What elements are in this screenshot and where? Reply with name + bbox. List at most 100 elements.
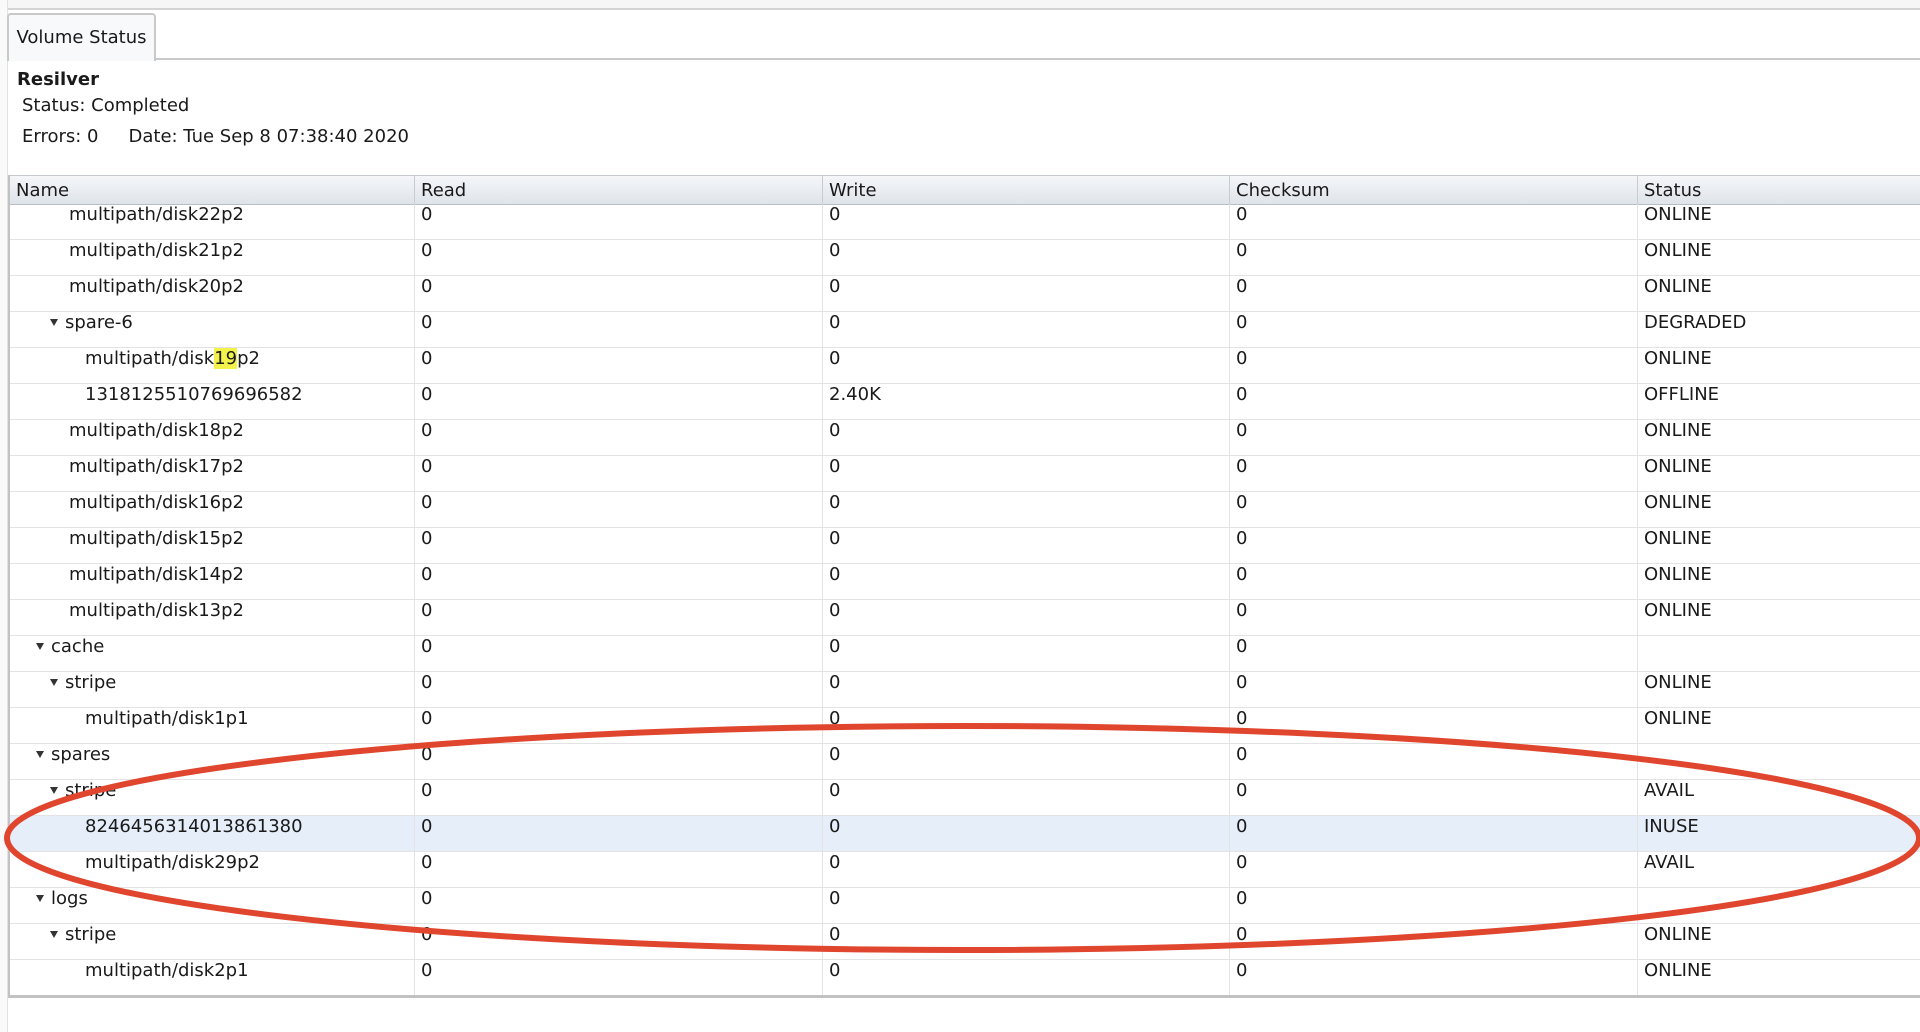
table-row[interactable]: multipath/disk16p2 0 0 0 ONLINE (10, 492, 1920, 528)
cell-name: multipath/disk2p1 (10, 960, 415, 995)
table-row[interactable]: multipath/disk15p2 0 0 0 ONLINE (10, 528, 1920, 564)
grid-header: Name Read Write Checksum Status (10, 175, 1920, 205)
table-row[interactable]: spares 0 0 0 (10, 744, 1920, 780)
expand-triangle-icon[interactable] (50, 679, 58, 686)
table-row[interactable]: multipath/disk17p2 0 0 0 ONLINE (10, 456, 1920, 492)
name-text: multipath/disk17p2 (69, 456, 244, 477)
table-row[interactable]: multipath/disk21p2 0 0 0 ONLINE (10, 240, 1920, 276)
column-header-read[interactable]: Read (415, 176, 823, 204)
expand-triangle-icon[interactable] (36, 895, 44, 902)
table-row[interactable]: multipath/disk20p2 0 0 0 ONLINE (10, 276, 1920, 312)
cell-status: ONLINE (1644, 960, 1712, 981)
table-row[interactable]: multipath/disk2p1 0 0 0 ONLINE (10, 960, 1920, 995)
cell-read: 0 (415, 276, 823, 311)
cell-status: ONLINE (1644, 492, 1712, 513)
cell-write: 0 (823, 348, 1230, 383)
cell-name: spare-6 (10, 312, 415, 347)
cell-name: multipath/disk1p1 (10, 708, 415, 743)
table-row[interactable]: spare-6 0 0 0 DEGRADED (10, 312, 1920, 348)
cell-checksum: 0 (1230, 672, 1638, 707)
cell-read: 0 (415, 528, 823, 563)
cell-read: 0 (415, 780, 823, 815)
table-row[interactable]: multipath/disk14p2 0 0 0 ONLINE (10, 564, 1920, 600)
cell-status: ONLINE (1644, 420, 1712, 441)
cell-read: 0 (415, 888, 823, 923)
cell-checksum: 0 (1230, 780, 1638, 815)
cell-write: 0 (823, 708, 1230, 743)
cell-read: 0 (415, 384, 823, 419)
cell-checksum: 0 (1230, 636, 1638, 671)
cell-status: DEGRADED (1644, 312, 1747, 333)
name-text: multipath/disk13p2 (69, 600, 244, 621)
tab-bar: Volume Status (7, 10, 1920, 61)
cell-write: 2.40K (823, 384, 1230, 419)
resilver-errors: Errors: 0 (22, 126, 99, 147)
table-row[interactable]: 8246456314013861380 0 0 0 INUSE (10, 816, 1920, 852)
cell-write: 0 (823, 672, 1230, 707)
column-header-checksum[interactable]: Checksum (1230, 176, 1638, 204)
table-row[interactable]: multipath/disk29p2 0 0 0 AVAIL (10, 852, 1920, 888)
cell-checksum: 0 (1230, 564, 1638, 599)
table-row[interactable]: multipath/disk13p2 0 0 0 ONLINE (10, 600, 1920, 636)
expand-triangle-icon[interactable] (36, 643, 44, 650)
table-row[interactable]: stripe 0 0 0 ONLINE (10, 672, 1920, 708)
name-text: spares (51, 744, 111, 765)
expand-triangle-icon[interactable] (50, 319, 58, 326)
cell-read: 0 (415, 924, 823, 959)
table-row[interactable]: cache 0 0 0 (10, 636, 1920, 672)
cell-checksum: 0 (1230, 240, 1638, 275)
cell-read: 0 (415, 456, 823, 491)
cell-checksum: 0 (1230, 276, 1638, 311)
table-row[interactable]: multipath/disk1p1 0 0 0 ONLINE (10, 708, 1920, 744)
cell-name: multipath/disk13p2 (10, 600, 415, 635)
cell-write: 0 (823, 528, 1230, 563)
cell-read: 0 (415, 708, 823, 743)
table-row[interactable]: multipath/disk19p2 0 0 0 ONLINE (10, 348, 1920, 384)
name-text: multipath/disk20p2 (69, 276, 244, 297)
column-header-write[interactable]: Write (823, 176, 1230, 204)
cell-read: 0 (415, 816, 823, 851)
expand-triangle-icon[interactable] (50, 931, 58, 938)
cell-name: multipath/disk17p2 (10, 456, 415, 491)
name-text: stripe (65, 780, 117, 801)
table-row[interactable]: stripe 0 0 0 AVAIL (10, 780, 1920, 816)
name-text: cache (51, 636, 105, 657)
cell-write: 0 (823, 852, 1230, 887)
name-text: 1318125510769696582 (85, 384, 303, 405)
table-row[interactable]: stripe 0 0 0 ONLINE (10, 924, 1920, 960)
table-row[interactable]: logs 0 0 0 (10, 888, 1920, 924)
name-text: multipath/disk14p2 (69, 564, 244, 585)
expand-triangle-icon[interactable] (50, 787, 58, 794)
table-row[interactable]: 1318125510769696582 0 2.40K 0 OFFLINE (10, 384, 1920, 420)
cell-read: 0 (415, 852, 823, 887)
cell-checksum: 0 (1230, 852, 1638, 887)
cell-status: ONLINE (1644, 204, 1712, 225)
cell-name: 1318125510769696582 (10, 384, 415, 419)
cell-write: 0 (823, 204, 1230, 239)
cell-write: 0 (823, 492, 1230, 527)
cell-write: 0 (823, 276, 1230, 311)
name-text: logs (51, 888, 88, 909)
cell-status: ONLINE (1644, 348, 1712, 369)
expand-triangle-icon[interactable] (36, 751, 44, 758)
tab-volume-status[interactable]: Volume Status (7, 13, 156, 61)
cell-read: 0 (415, 960, 823, 995)
cell-checksum: 0 (1230, 420, 1638, 455)
cell-write: 0 (823, 240, 1230, 275)
name-text: multipath/disk29p2 (85, 852, 260, 873)
cell-checksum: 0 (1230, 312, 1638, 347)
grid-body: multipath/disk22p2 0 0 0 ONLINE multipath/dis… (10, 204, 1920, 995)
table-row[interactable]: multipath/disk18p2 0 0 0 ONLINE (10, 420, 1920, 456)
cell-write: 0 (823, 456, 1230, 491)
cell-name: spares (10, 744, 415, 779)
cell-checksum: 0 (1230, 888, 1638, 923)
cell-name: stripe (10, 924, 415, 959)
name-text: multipath/disk2p1 (85, 960, 249, 981)
cell-checksum: 0 (1230, 492, 1638, 527)
table-row[interactable]: multipath/disk22p2 0 0 0 ONLINE (10, 204, 1920, 240)
name-text: p2 (237, 348, 261, 369)
cell-read: 0 (415, 636, 823, 671)
column-header-name[interactable]: Name (10, 176, 415, 204)
cell-status: ONLINE (1644, 564, 1712, 585)
column-header-status[interactable]: Status (1638, 176, 1920, 204)
